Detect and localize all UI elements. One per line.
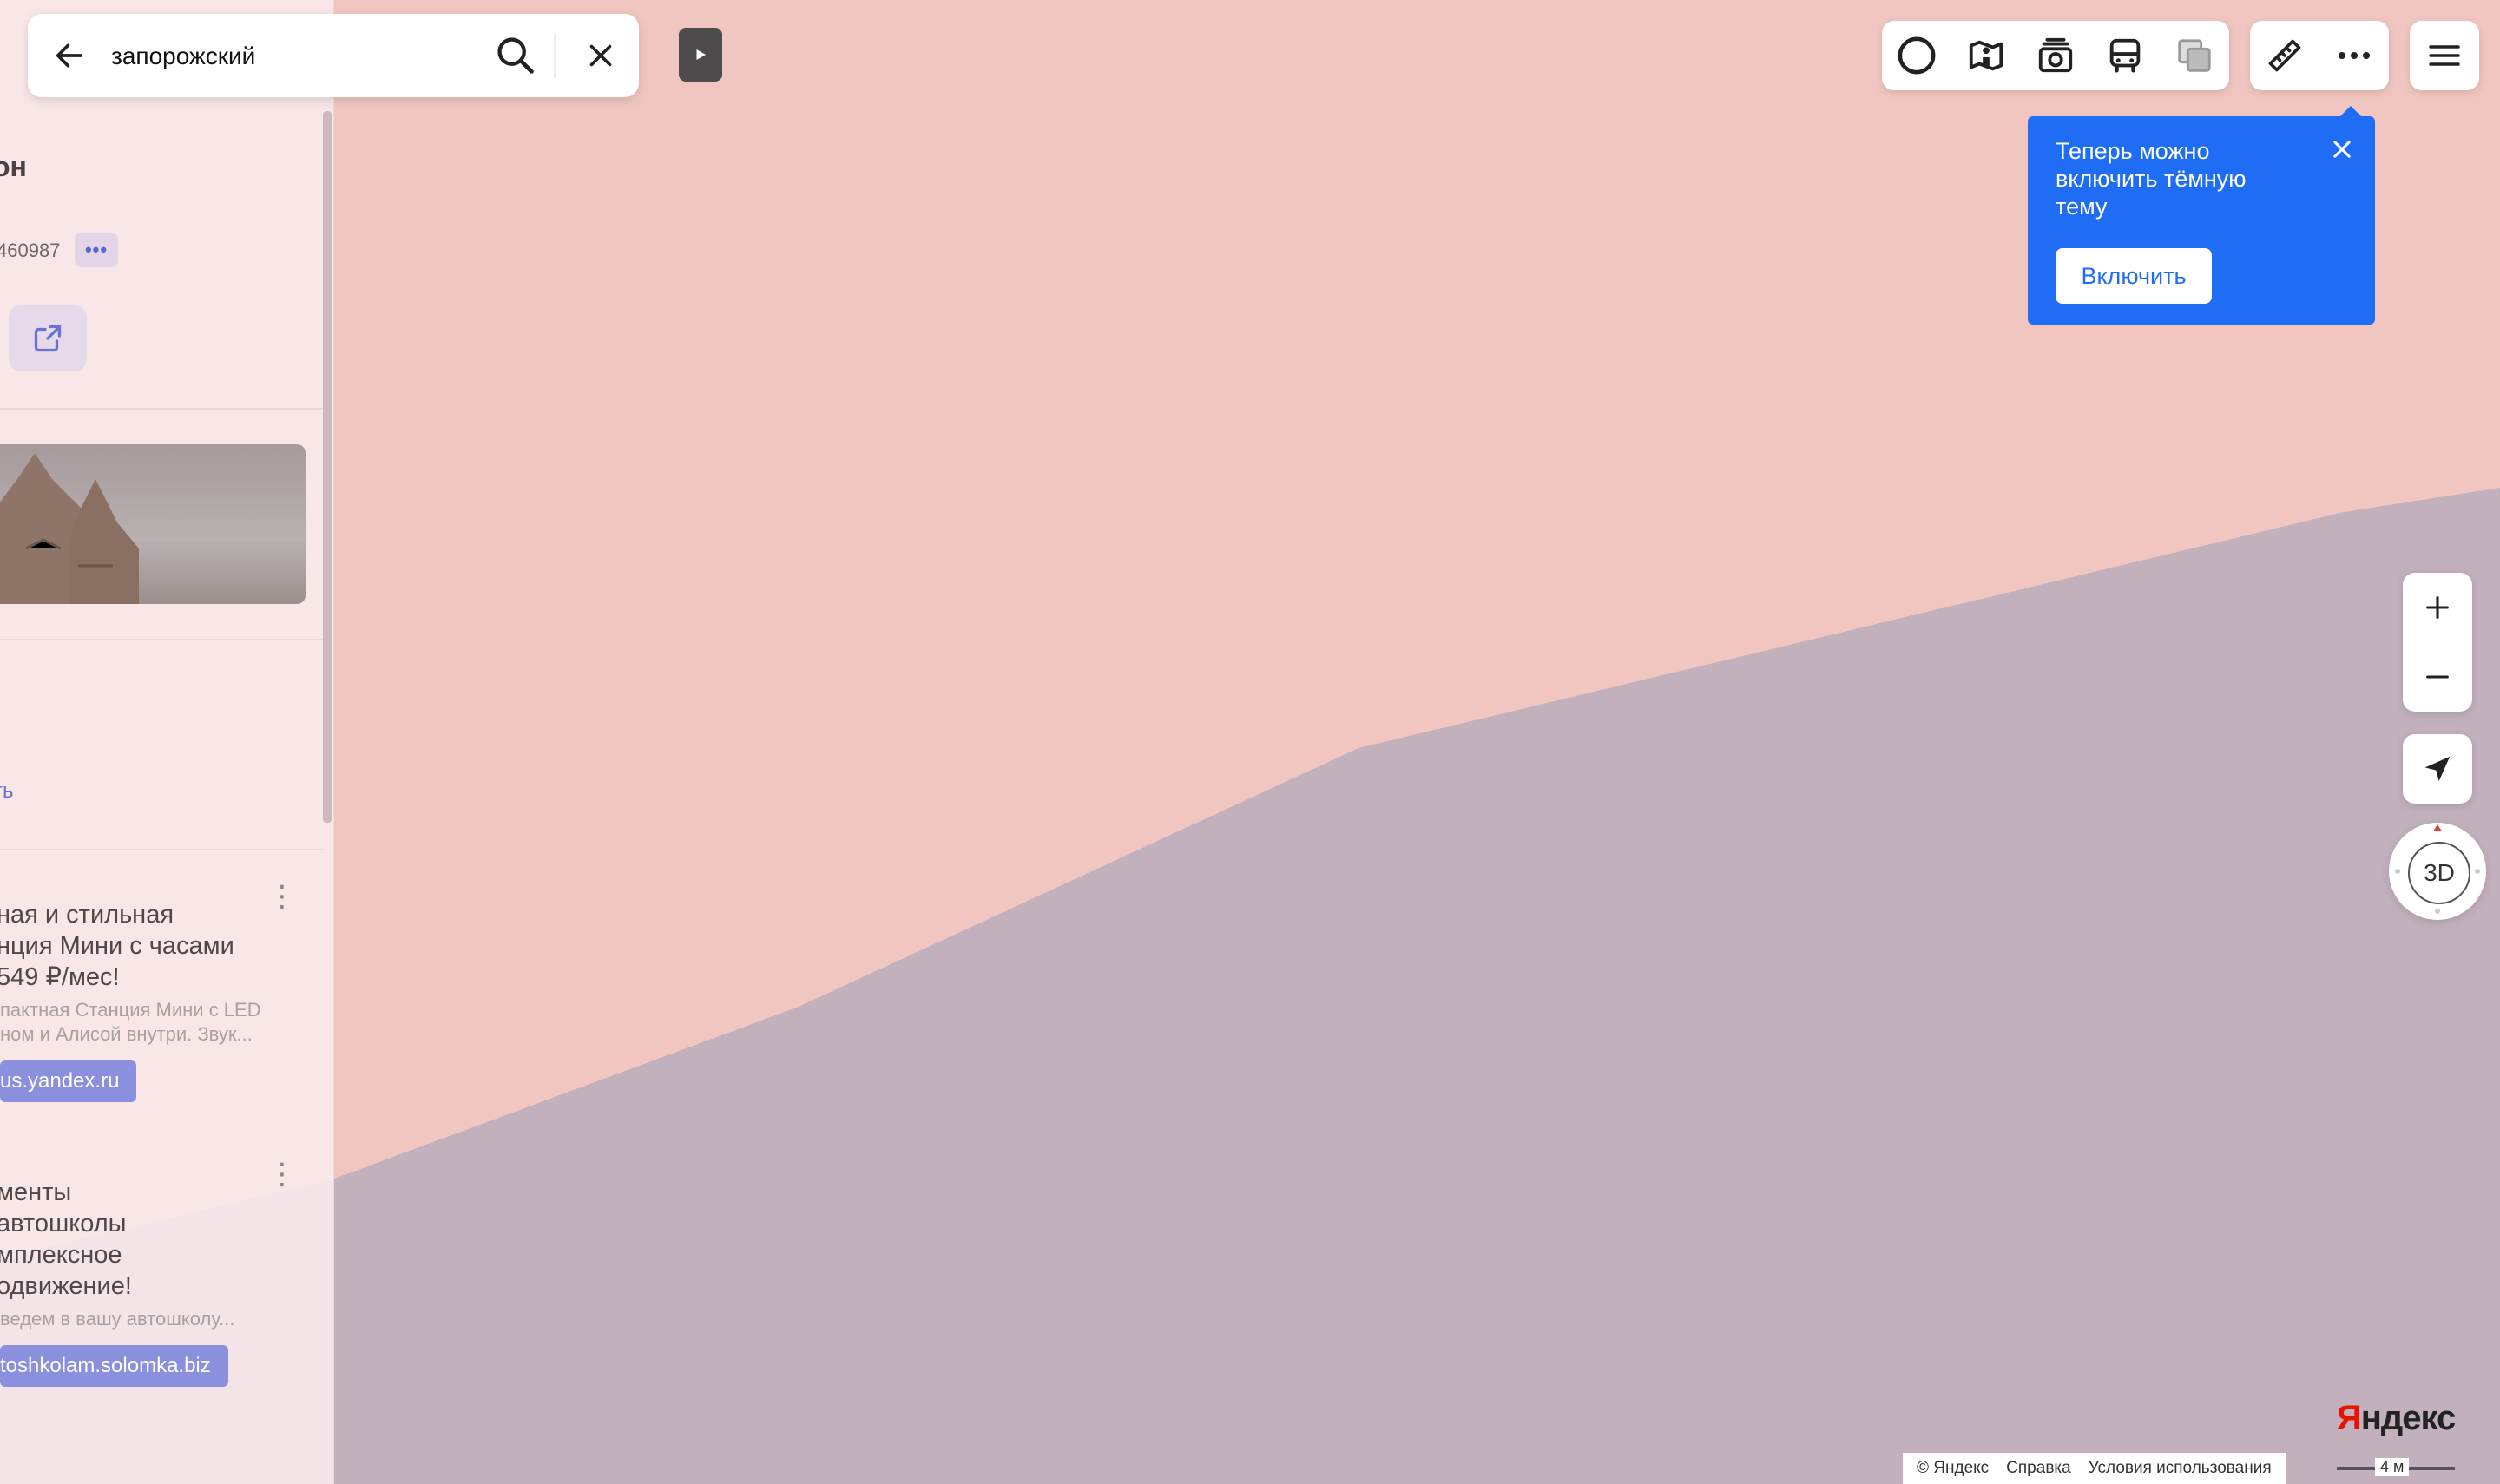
search-input[interactable]: [109, 35, 486, 78]
scale-label: 4 м: [2375, 1458, 2410, 1476]
layers-button[interactable]: [2160, 21, 2229, 90]
search-icon[interactable]: [493, 33, 538, 78]
ad-title-line: мплексное: [0, 1241, 122, 1269]
logo-text: ндекс: [2360, 1399, 2457, 1437]
alice-button[interactable]: [1882, 21, 1951, 90]
hamburger-icon: [2429, 45, 2460, 66]
back-arrow-icon[interactable]: [52, 38, 87, 73]
ad-menu-icon[interactable]: ⋮: [267, 1159, 297, 1189]
external-link-button[interactable]: [9, 305, 87, 371]
more-icon: [2339, 52, 2370, 59]
terms-link[interactable]: Условия использования: [2089, 1459, 2272, 1478]
phone-number[interactable]: 460987: [0, 240, 60, 262]
more-button[interactable]: [2319, 21, 2389, 90]
zoom-control: [2403, 573, 2472, 712]
show-more-link[interactable]: ть: [0, 779, 14, 804]
map-scale: 4 м: [2333, 1458, 2458, 1484]
ad-card[interactable]: ⋮ менты автошколы мплексное одвижение! в…: [0, 1159, 323, 1387]
alice-icon: [1898, 36, 1936, 75]
panorama-button[interactable]: [1951, 21, 2021, 90]
search-bar: [28, 14, 639, 97]
search-divider: [554, 33, 556, 78]
help-link[interactable]: Справка: [2006, 1459, 2071, 1478]
ad-url-button[interactable]: toshkolam.solomka.biz: [0, 1345, 228, 1387]
transport-icon: [2109, 38, 2141, 73]
logo-letter: Я: [2337, 1399, 2362, 1437]
transport-button[interactable]: [2090, 21, 2160, 90]
map-layers-toolbar: [1882, 21, 2229, 90]
layers-icon: [2178, 39, 2211, 72]
panel-scrollbar[interactable]: [323, 111, 332, 823]
photos-button[interactable]: [2021, 21, 2090, 90]
minus-icon: [2426, 675, 2449, 679]
copyright-link[interactable]: © Яндекс: [1917, 1459, 1989, 1478]
place-photo[interactable]: [0, 444, 306, 604]
place-title: он: [0, 151, 27, 182]
divider: [0, 639, 323, 640]
close-icon[interactable]: [585, 40, 616, 71]
copyright-bar: © Яндекс Справка Условия использования: [1903, 1453, 2286, 1484]
divider: [0, 408, 323, 410]
ad-description-line: пактная Станция Мини с LED: [0, 999, 261, 1021]
collapse-panel-button[interactable]: [679, 28, 722, 82]
ad-title-line: нция Мини с часами: [0, 932, 234, 960]
photo-icon: [2038, 37, 2073, 73]
panorama-icon: [1969, 40, 2003, 71]
ad-description: ведем в вашу автошколу...: [0, 1307, 323, 1331]
ad-url-button[interactable]: us.yandex.ru: [0, 1060, 137, 1102]
church-photo-image: [0, 453, 139, 604]
menu-toolbar: [2410, 21, 2479, 90]
dark-theme-tooltip: Теперь можно включить тёмную тему Включи…: [2028, 106, 2375, 325]
plus-icon: [2426, 596, 2449, 619]
search-results-panel[interactable]: он 460987 ••• ть ⋮ ная и стильная нция М…: [0, 0, 334, 1484]
close-icon[interactable]: [2330, 137, 2354, 161]
3d-toggle[interactable]: 3D: [2408, 842, 2470, 904]
map-tools-toolbar: [2250, 21, 2389, 90]
ad-description: пактная Станция Мини с LED ном и Алисой …: [0, 998, 323, 1047]
external-link-icon: [34, 325, 62, 352]
ad-card[interactable]: ⋮ ная и стильная нция Мини с часами 549 …: [0, 882, 323, 1102]
my-location-button[interactable]: [2403, 734, 2472, 804]
menu-button[interactable]: [2410, 21, 2479, 90]
ad-title-line: 549 ₽/мес!: [0, 963, 120, 991]
ruler-icon: [2268, 39, 2301, 72]
ad-menu-icon[interactable]: ⋮: [267, 882, 297, 911]
ad-description-line: ном и Алисой внутри. Звук...: [0, 1023, 253, 1045]
zoom-in-button[interactable]: [2403, 573, 2472, 642]
yandex-logo[interactable]: Яндекс: [2337, 1399, 2457, 1438]
more-phones-button[interactable]: •••: [75, 233, 118, 267]
tooltip-text: Теперь можно включить тёмную тему: [2056, 138, 2247, 220]
divider: [0, 849, 323, 850]
ad-title-line: одвижение!: [0, 1272, 132, 1300]
ad-title-line: автошколы: [0, 1210, 127, 1238]
enable-dark-theme-button[interactable]: Включить: [2056, 248, 2212, 304]
ad-description-line: ведем в вашу автошколу...: [0, 1308, 235, 1330]
zoom-out-button[interactable]: [2403, 642, 2472, 712]
play-arrow-icon: [696, 49, 706, 60]
ruler-button[interactable]: [2250, 21, 2319, 90]
location-arrow-icon: [2424, 756, 2451, 782]
compass-3d-control[interactable]: 3D: [2389, 823, 2486, 920]
